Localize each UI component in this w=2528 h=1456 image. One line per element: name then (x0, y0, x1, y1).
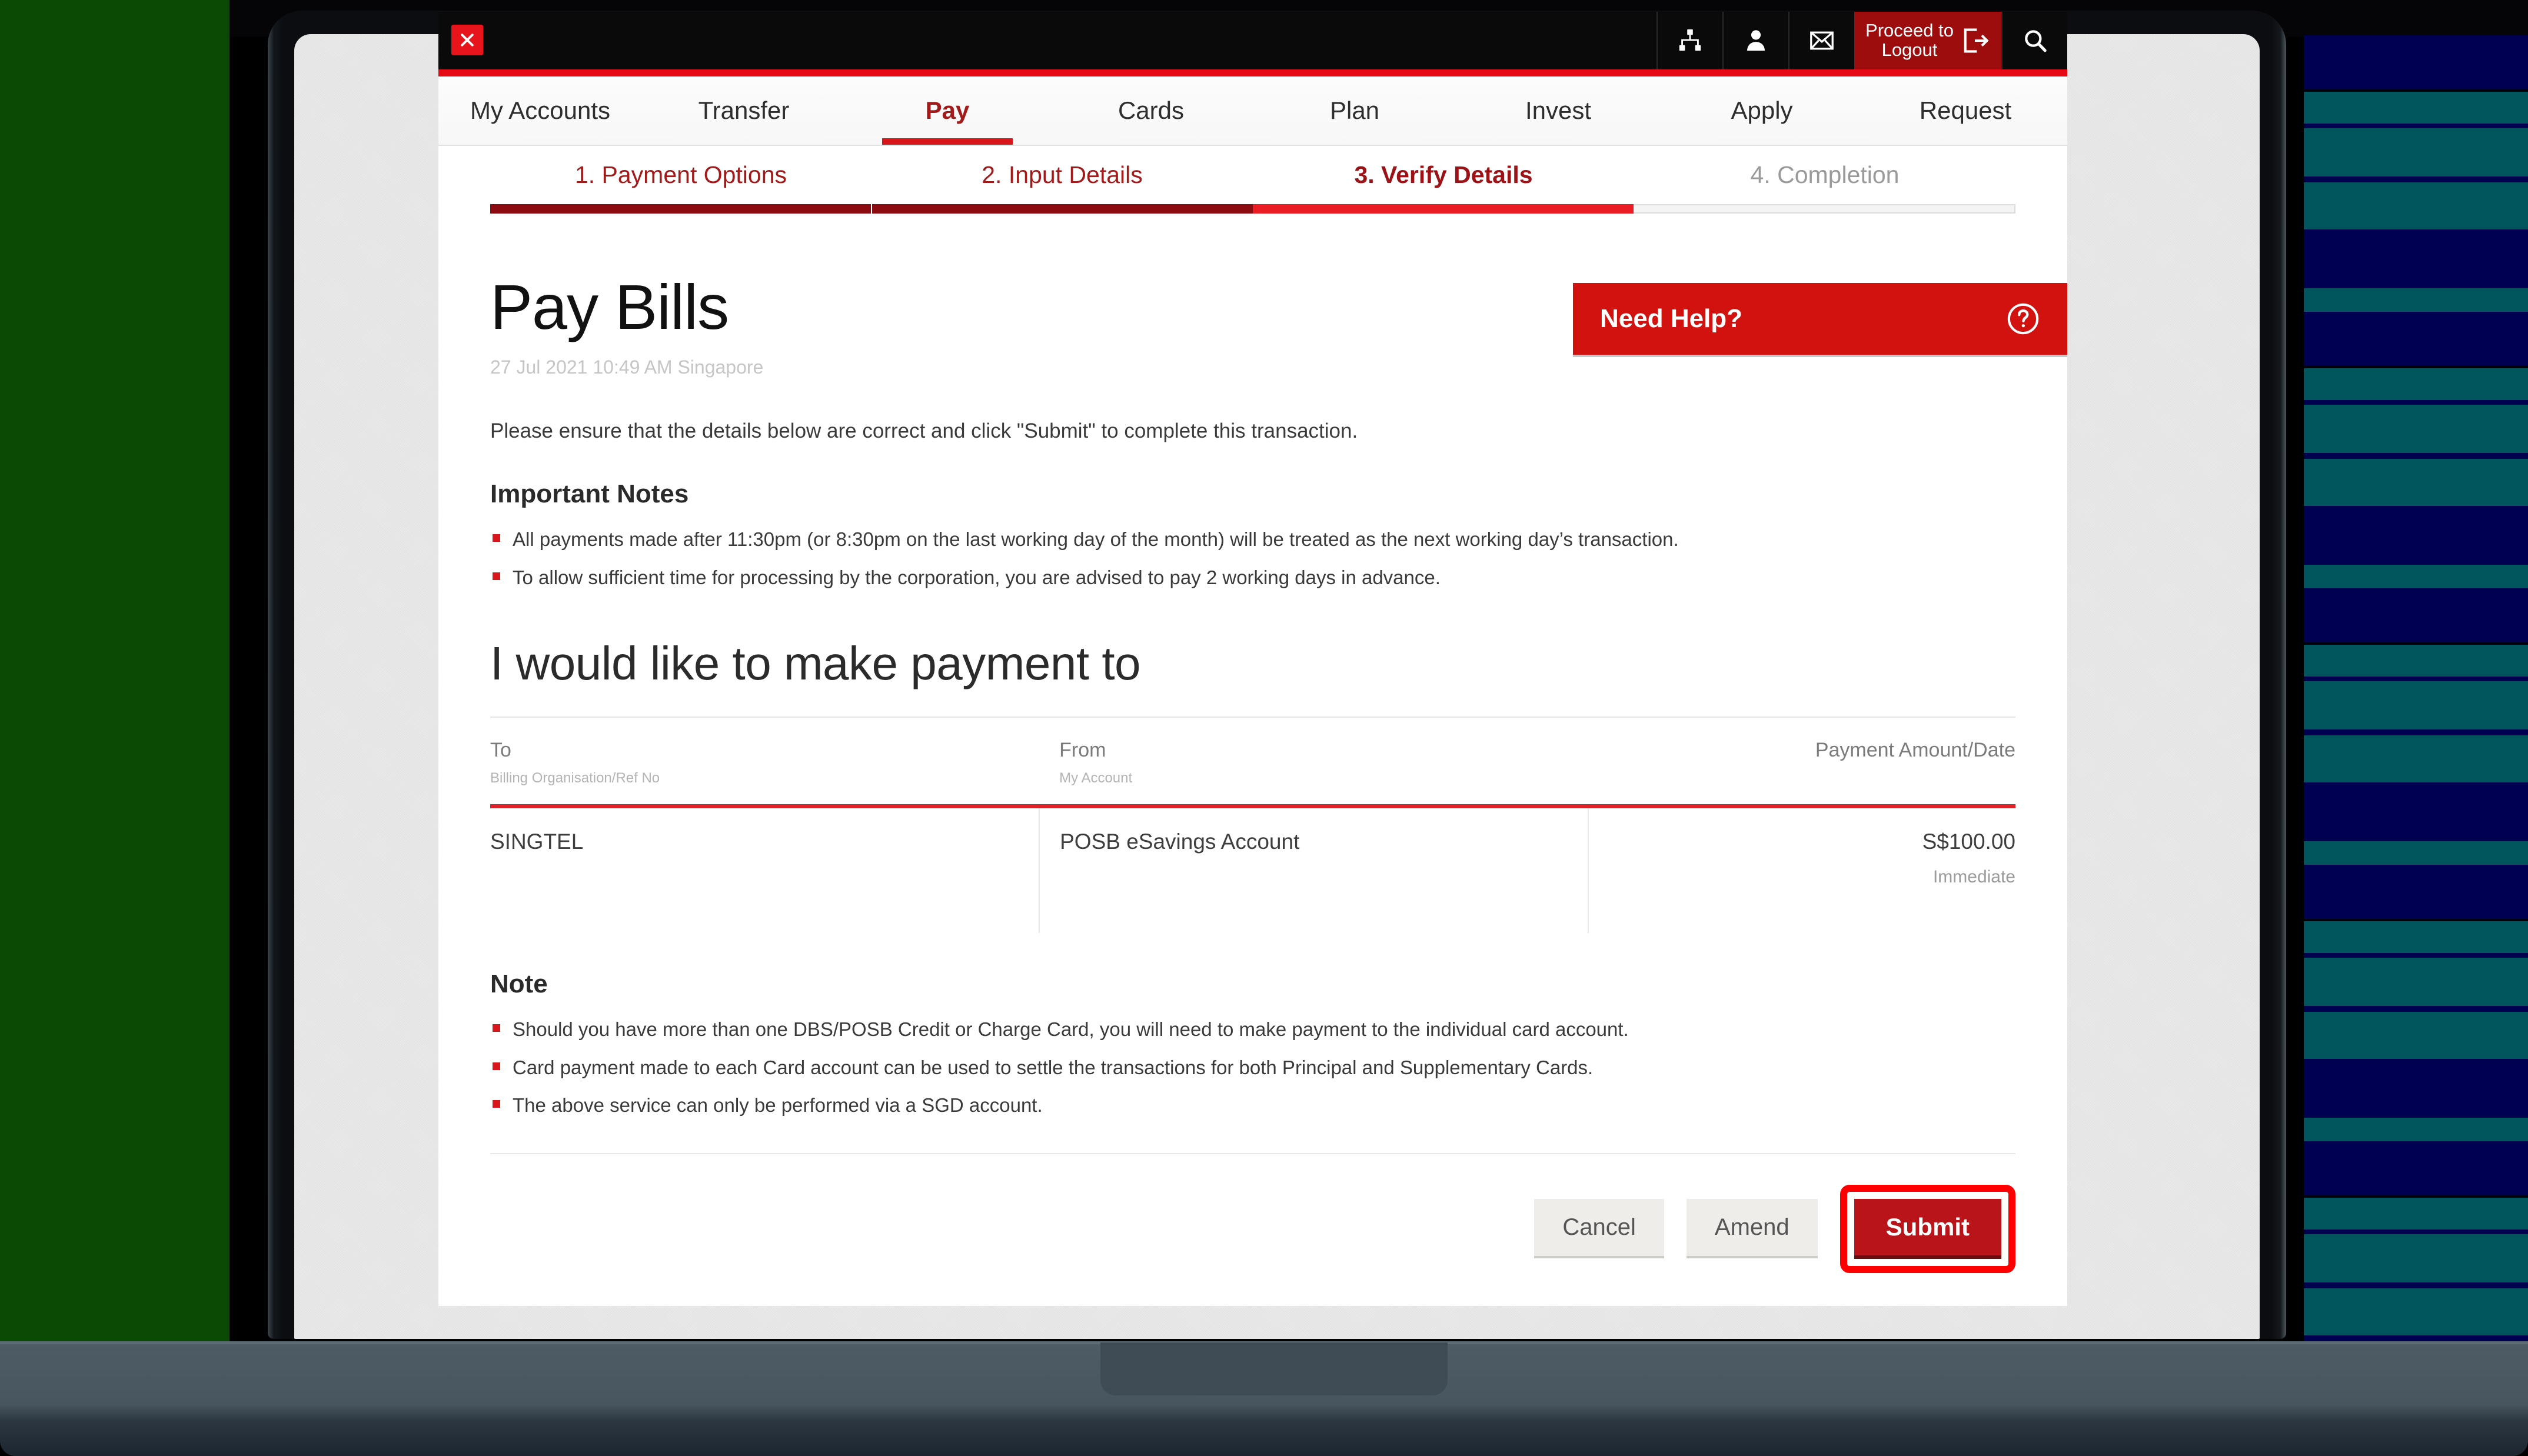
background-striped-panel (2304, 35, 2528, 1347)
header-red-underline (438, 69, 2067, 76)
exit-door-icon (1964, 28, 1989, 53)
nav-tab-apply[interactable]: Apply (1660, 76, 1864, 145)
step-label-payment-options[interactable]: 1. Payment Options (490, 161, 872, 204)
intro-text: Please ensure that the details below are… (490, 419, 1358, 442)
payment-section-heading: I would like to make payment to (490, 637, 1141, 690)
need-help-button[interactable]: Need Help? (1573, 283, 2067, 355)
envelope-icon[interactable] (1788, 12, 1854, 69)
step-segment-4 (1634, 204, 2015, 214)
column-header-to-sub: Billing Organisation/Ref No (490, 770, 660, 787)
table-row: SINGTEL POSB eSavings Account S$100.00 I… (490, 804, 2015, 934)
column-header-to-main: To (490, 739, 511, 762)
submit-highlight-ring: Submit (1840, 1184, 2015, 1273)
laptop-base-notch (1100, 1342, 1448, 1395)
main-navigation: My Accounts Transfer Pay Cards Plan Inve… (438, 76, 2067, 146)
payment-details-table: To Billing Organisation/Ref No From My A… (490, 717, 2015, 934)
payment-date-value: Immediate (1932, 867, 2015, 887)
step-label-verify-details[interactable]: 3. Verify Details (1253, 161, 1634, 204)
important-notes-heading: Important Notes (490, 479, 689, 508)
nav-tab-cards[interactable]: Cards (1049, 76, 1253, 145)
nav-tab-plan[interactable]: Plan (1253, 76, 1456, 145)
important-notes-list: All payments made after 11:30pm (or 8:30… (490, 527, 2015, 591)
page-timestamp: 27 Jul 2021 10:49 AM Singapore (490, 356, 764, 378)
page-content: Need Help? Pay Bills 27 Jul 2021 10:49 A… (438, 214, 2067, 1297)
column-header-to: To Billing Organisation/Ref No (490, 717, 1040, 807)
nav-tab-pay[interactable]: Pay (846, 76, 1049, 145)
list-item: The above service can only be performed … (490, 1092, 2015, 1119)
column-header-from-sub: My Account (1059, 770, 1133, 787)
cell-from-account: POSB eSavings Account (1039, 804, 1589, 934)
column-header-amount-main: Payment Amount/Date (1815, 739, 2015, 762)
step-segment-3 (1253, 204, 1634, 214)
sitemap-icon[interactable] (1656, 12, 1722, 69)
person-icon[interactable] (1722, 12, 1788, 69)
proceed-to-logout-button[interactable]: Proceed to Logout (1854, 12, 2001, 69)
note-heading: Note (490, 969, 548, 999)
nav-tab-invest[interactable]: Invest (1456, 76, 1660, 145)
step-segment-2 (871, 204, 1253, 214)
background-green-panel (0, 0, 229, 1347)
cell-payment-amount: S$100.00 Immediate (1588, 804, 2015, 934)
list-item: Should you have more than one DBS/POSB C… (490, 1017, 2015, 1043)
step-progress-bar (490, 204, 2015, 214)
submit-button[interactable]: Submit (1854, 1198, 2001, 1259)
step-label-completion: 4. Completion (1750, 161, 1900, 188)
action-bar: Cancel Amend Submit (490, 1152, 2015, 1297)
table-header: To Billing Organisation/Ref No From My A… (490, 717, 2015, 807)
cell-billing-organisation: SINGTEL (490, 804, 1040, 934)
close-icon[interactable] (451, 25, 483, 55)
list-item: All payments made after 11:30pm (or 8:30… (490, 527, 2015, 553)
payment-amount-value: S$100.00 (1922, 829, 2015, 854)
column-header-from-main: From (1059, 739, 1106, 762)
browser-window: Proceed to Logout My Accounts Transfer Pa… (438, 12, 2067, 1306)
nav-tab-transfer[interactable]: Transfer (642, 76, 846, 145)
top-header-bar: Proceed to Logout (438, 12, 2067, 69)
need-help-label: Need Help? (1600, 304, 1743, 333)
column-header-amount: Payment Amount/Date (1588, 717, 2015, 807)
list-item: Card payment made to each Card account c… (490, 1055, 2015, 1081)
step-labels: 1. Payment Options 2. Input Details 3. V… (490, 161, 2015, 204)
list-item: To allow sufficient time for processing … (490, 565, 2015, 591)
table-header-row: To Billing Organisation/Ref No From My A… (490, 717, 2015, 807)
cancel-button[interactable]: Cancel (1534, 1199, 1664, 1259)
column-header-from: From My Account (1039, 717, 1589, 807)
nav-tab-my-accounts[interactable]: My Accounts (438, 76, 642, 145)
search-icon[interactable] (2001, 12, 2067, 69)
question-circle-icon (2007, 303, 2039, 335)
page-title: Pay Bills (490, 271, 729, 342)
table-body: SINGTEL POSB eSavings Account S$100.00 I… (490, 804, 2015, 934)
step-progress: 1. Payment Options 2. Input Details 3. V… (438, 146, 2067, 214)
note-list: Should you have more than one DBS/POSB C… (490, 1017, 2015, 1119)
step-segment-1 (490, 204, 871, 214)
logout-label: Proceed to Logout (1865, 20, 1954, 60)
step-label-input-details[interactable]: 2. Input Details (872, 161, 1253, 204)
nav-tab-request[interactable]: Request (1864, 76, 2067, 145)
amend-button[interactable]: Amend (1686, 1199, 1818, 1259)
